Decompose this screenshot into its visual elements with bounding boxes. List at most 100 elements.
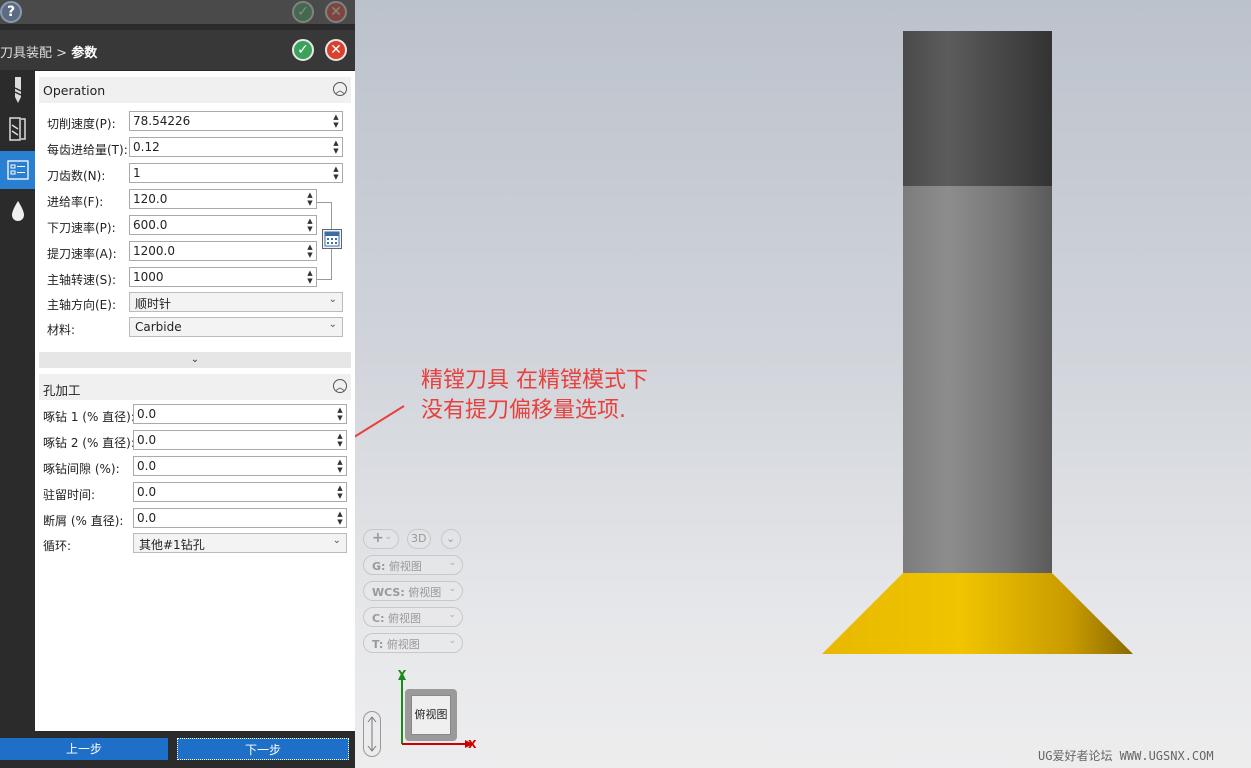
spinner-icon[interactable]: ▲ ▼ <box>306 217 314 233</box>
spinner-icon[interactable]: ▲ ▼ <box>306 191 314 207</box>
spinner-icon[interactable]: ▲ ▼ <box>336 406 344 422</box>
wcs-view-select[interactable]: WCS: 俯视图 ⌄ <box>363 581 463 601</box>
chevron-down-icon: ⌄ <box>446 532 456 545</box>
plunge-rate-row: 下刀速率(P): 600.0 ▲ ▼ <box>35 215 355 237</box>
cycle-row: 循环: 其他#1钻孔 ⌄ <box>35 533 355 555</box>
drill-tool-icon[interactable] <box>0 71 35 109</box>
3d-viewport[interactable]: 精镗刀具 在精镗模式下 没有提刀偏移量选项. + ⌄ 3D ⌄ G: 俯视图 ⌄ W… <box>355 0 1251 768</box>
breadcrumb-parent[interactable]: 刀具装配 <box>0 46 52 61</box>
help-icon[interactable]: ? <box>0 1 22 23</box>
feed-per-tooth-label: 每齿进给量(T): <box>47 143 128 157</box>
hole-group-header[interactable]: 孔加工 ︿ <box>39 374 351 400</box>
spindle-speed-row: 主轴转速(S): 1000 ▲ ▼ <box>35 267 355 289</box>
peck1-label: 啄钻 1 (% 直径): <box>43 410 135 424</box>
panel-top-toolbar: ? ✓ ✕ <box>0 0 355 24</box>
flutes-input[interactable]: 1 ▲ ▼ <box>129 163 343 183</box>
spindle-direction-select[interactable]: 顺时针 ⌄ <box>129 292 343 312</box>
spinner-icon[interactable]: ▲ ▼ <box>336 458 344 474</box>
dwell-input[interactable]: 0.0 ▲ ▼ <box>133 482 347 502</box>
flutes-row: 刀齿数(N): 1 ▲ ▼ <box>35 163 355 185</box>
spinner-icon[interactable]: ▲ ▼ <box>332 113 340 129</box>
t-view-select[interactable]: T: 俯视图 ⌄ <box>363 633 463 653</box>
ok-button[interactable]: ✓ <box>292 39 314 61</box>
feed-rate-label: 进给率(F): <box>47 195 104 209</box>
chip-break-row: 断屑 (% 直径): 0.0 ▲ ▼ <box>35 508 355 530</box>
peck2-row: 啄钻 2 (% 直径): 0.0 ▲ ▼ <box>35 430 355 452</box>
g-view-select[interactable]: G: 俯视图 ⌄ <box>363 555 463 575</box>
spinner-icon[interactable]: ▲ ▼ <box>306 243 314 259</box>
annotation-arrow-icon <box>355 405 405 438</box>
peck-clearance-label: 啄钻间隙 (%): <box>43 462 120 476</box>
c-view-select[interactable]: C: 俯视图 ⌄ <box>363 607 463 627</box>
parameters-icon[interactable] <box>0 151 35 189</box>
plus-icon: + <box>372 530 384 546</box>
plunge-rate-label: 下刀速率(P): <box>47 221 116 235</box>
tool-assembly-panel: ? ✓ ✕ 刀具装配 > 参数 ✓ ✕ Operation ︿ 切削速度(P):… <box>0 0 355 768</box>
peck1-row: 啄钻 1 (% 直径): 0.0 ▲ ▼ <box>35 404 355 426</box>
top-cancel-icon: ✕ <box>325 1 347 23</box>
flutes-label: 刀齿数(N): <box>47 169 106 183</box>
next-step-button[interactable]: 下一步 <box>177 738 349 760</box>
spindle-direction-label: 主轴方向(E): <box>47 298 116 312</box>
operation-group-title: Operation <box>43 83 106 98</box>
feed-rate-input[interactable]: 120.0 ▲ ▼ <box>129 189 317 209</box>
chevron-down-icon: ⌄ <box>448 558 456 568</box>
peck1-input[interactable]: 0.0 ▲ ▼ <box>133 404 347 424</box>
parameters-content: Operation ︿ 切削速度(P): 78.54226 ▲ ▼ 每齿进给量(T)… <box>35 71 355 731</box>
feed-rate-row: 进给率(F): 120.0 ▲ ▼ <box>35 189 355 211</box>
cancel-button[interactable]: ✕ <box>325 39 347 61</box>
feed-per-tooth-row: 每齿进给量(T): 0.12 ▲ ▼ <box>35 137 355 159</box>
more-options-expander[interactable]: ⌄ <box>39 352 351 368</box>
coolant-icon[interactable] <box>0 192 35 230</box>
zoom-scroll-control[interactable] <box>363 711 381 757</box>
spinner-icon[interactable]: ▲ ▼ <box>336 484 344 500</box>
retract-rate-row: 提刀速率(A): 1200.0 ▲ ▼ <box>35 241 355 263</box>
material-label: 材料: <box>47 323 76 337</box>
operation-group-header[interactable]: Operation ︿ <box>39 77 351 103</box>
peck-clearance-row: 啄钻间隙 (%): 0.0 ▲ ▼ <box>35 456 355 478</box>
spinner-icon[interactable]: ▲ ▼ <box>332 139 340 155</box>
cut-speed-label: 切削速度(P): <box>47 117 116 131</box>
view-3d-button[interactable]: 3D <box>407 529 431 549</box>
axis-y-label: Y <box>398 668 406 681</box>
calculator-icon[interactable] <box>322 229 342 249</box>
chevron-down-icon: ⌄ <box>328 319 337 330</box>
peck2-input[interactable]: 0.0 ▲ ▼ <box>133 430 347 450</box>
cycle-label: 循环: <box>43 539 72 553</box>
view-cube[interactable]: 俯视图 <box>405 689 457 741</box>
spinner-icon[interactable]: ▲ ▼ <box>332 165 340 181</box>
chevron-down-icon: ⌄ <box>332 535 341 546</box>
view-cube-face[interactable]: 俯视图 <box>411 695 451 735</box>
cut-speed-row: 切削速度(P): 78.54226 ▲ ▼ <box>35 111 355 133</box>
spindle-direction-row: 主轴方向(E): 顺时针 ⌄ <box>35 292 355 314</box>
spindle-speed-label: 主轴转速(S): <box>47 273 117 287</box>
axis-x-label: X <box>468 738 477 751</box>
cut-speed-input[interactable]: 78.54226 ▲ ▼ <box>129 111 343 131</box>
plunge-rate-input[interactable]: 600.0 ▲ ▼ <box>129 215 317 235</box>
view-more-button[interactable]: ⌄ <box>441 529 461 549</box>
spinner-icon[interactable]: ▲ ▼ <box>306 269 314 285</box>
spindle-speed-input[interactable]: 1000 ▲ ▼ <box>129 267 317 287</box>
dwell-label: 驻留时间: <box>43 488 96 502</box>
breadcrumb-separator: > <box>56 46 68 61</box>
feed-per-tooth-input[interactable]: 0.12 ▲ ▼ <box>129 137 343 157</box>
chip-break-label: 断屑 (% 直径): <box>43 514 124 528</box>
peck2-label: 啄钻 2 (% 直径): <box>43 436 135 450</box>
spinner-icon[interactable]: ▲ ▼ <box>336 510 344 526</box>
retract-rate-input[interactable]: 1200.0 ▲ ▼ <box>129 241 317 261</box>
add-view-button[interactable]: + ⌄ <box>363 529 399 549</box>
chevron-down-icon: ⌄ <box>328 294 337 305</box>
breadcrumb-current: 参数 <box>71 46 98 61</box>
previous-step-button[interactable]: 上一步 <box>0 738 168 760</box>
collapse-up-icon[interactable]: ︿ <box>333 82 347 96</box>
cycle-select[interactable]: 其他#1钻孔 ⌄ <box>133 533 347 553</box>
dwell-row: 驻留时间: 0.0 ▲ ▼ <box>35 482 355 504</box>
category-icon-bar <box>0 71 35 731</box>
close-icon: ✕ <box>330 42 342 58</box>
chip-break-input[interactable]: 0.0 ▲ ▼ <box>133 508 347 528</box>
spinner-icon[interactable]: ▲ ▼ <box>336 432 344 448</box>
collapse-up-icon[interactable]: ︿ <box>333 379 347 393</box>
material-select[interactable]: Carbide ⌄ <box>129 317 343 337</box>
tool-holder-icon[interactable] <box>0 110 35 148</box>
peck-clearance-input[interactable]: 0.0 ▲ ▼ <box>133 456 347 476</box>
